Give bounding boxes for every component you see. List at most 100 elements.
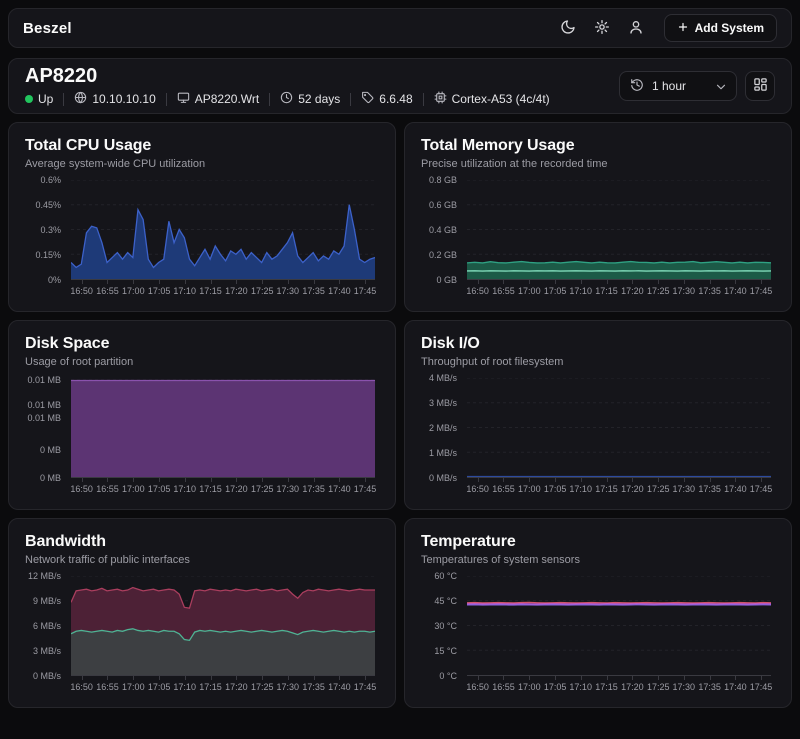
x-tick-mark [581,478,582,482]
x-tick-mark [82,676,83,680]
system-uptime: 52 days [280,91,340,107]
chart-title: Temperature [421,533,775,551]
x-axis-labels: 16:5016:5517:0017:0517:1017:1517:2017:25… [71,280,375,300]
x-tick-label: 17:00 [122,286,145,296]
x-tick-label: 17:05 [148,484,171,494]
x-tick-label: 17:45 [750,484,773,494]
x-tick-label: 17:20 [621,484,644,494]
memory-usage-chart[interactable]: 0.8 GB0.6 GB0.4 GB0.2 GB0 GB 16:5016:551… [421,178,775,302]
user-icon [628,19,644,38]
x-tick-label: 17:30 [672,682,695,692]
chart-plot[interactable] [71,378,375,478]
x-tick-label: 17:35 [698,286,721,296]
x-tick-mark [632,676,633,680]
y-tick-label: 1 MB/s [429,448,457,458]
x-tick-label: 17:45 [354,286,377,296]
x-tick-label: 17:05 [544,484,567,494]
x-tick-mark [710,280,711,284]
chart-plot[interactable] [71,180,375,280]
x-tick-label: 17:25 [251,286,274,296]
x-tick-mark [211,676,212,680]
theme-toggle-button[interactable] [558,18,578,38]
y-tick-label: 0.15% [35,250,61,260]
add-system-label: Add System [695,21,764,35]
x-tick-mark [607,280,608,284]
x-tick-mark [735,676,736,680]
x-tick-label: 17:45 [750,286,773,296]
temperature-chart[interactable]: 60 °C45 °C30 °C15 °C0 °C 16:5016:5517:00… [421,574,775,698]
x-tick-mark [82,280,83,284]
x-tick-mark [314,280,315,284]
x-tick-mark [632,280,633,284]
x-tick-label: 17:35 [302,484,325,494]
x-tick-mark [339,478,340,482]
x-tick-mark [185,676,186,680]
y-tick-label: 45 °C [434,596,457,606]
chart-plot[interactable] [71,576,375,676]
bandwidth-chart[interactable]: 12 MB/s9 MB/s6 MB/s3 MB/s0 MB/s 16:5016:… [25,574,379,698]
time-range-value: 1 hour [652,79,686,93]
x-axis-labels: 16:5016:5517:0017:0517:1017:1517:2017:25… [467,478,771,498]
chart-plot[interactable] [467,378,771,478]
chart-plot[interactable] [467,180,771,280]
y-axis-labels: 4 MB/s3 MB/s2 MB/s1 MB/s0 MB/s [421,378,461,478]
x-tick-label: 17:10 [569,484,592,494]
chart-title: Bandwidth [25,533,379,551]
y-tick-label: 0.2 GB [429,250,457,260]
divider [269,93,270,106]
x-axis-labels: 16:5016:5517:0017:0517:1017:1517:2017:25… [71,478,375,498]
user-menu-button[interactable] [626,18,646,38]
y-tick-label: 3 MB/s [429,398,457,408]
y-axis-labels: 60 °C45 °C30 °C15 °C0 °C [421,576,461,676]
system-meta-row: Up 10.10.10.10 AP8220.Wrt [25,91,550,107]
x-tick-mark [555,478,556,482]
divider [423,93,424,106]
x-tick-mark [761,478,762,482]
x-tick-label: 17:40 [328,682,351,692]
moon-icon [560,19,576,38]
x-tick-mark [684,478,685,482]
x-tick-label: 16:55 [492,286,515,296]
x-tick-label: 17:30 [672,286,695,296]
disk-space-chart[interactable]: 0.01 MB0.01 MB0.01 MB0 MB0 MB 16:5016:55… [25,376,379,500]
system-chip-value: Cortex-A53 (4c/4t) [452,92,550,106]
x-tick-mark [529,478,530,482]
y-tick-label: 0.6% [40,175,61,185]
x-tick-label: 17:00 [518,286,541,296]
chevron-down-icon [714,80,726,92]
version-icon [361,91,374,107]
brand-logo[interactable]: Beszel [23,20,72,37]
settings-button[interactable] [592,18,612,38]
system-ip: 10.10.10.10 [74,91,155,107]
x-tick-label: 16:55 [96,286,119,296]
add-system-button[interactable]: Add System [664,14,777,42]
temperature-card: Temperature Temperatures of system senso… [404,518,792,708]
x-tick-label: 17:00 [518,484,541,494]
x-tick-mark [211,478,212,482]
y-tick-label: 0 MB/s [429,473,457,483]
y-tick-label: 0 MB [40,445,61,455]
clock-icon [280,91,293,107]
chart-plot[interactable] [467,576,771,676]
system-info: AP8220 Up 10.10.10.10 [25,65,550,107]
y-tick-label: 0.6 GB [429,200,457,210]
y-tick-label: 0.01 MB [27,375,61,385]
x-tick-mark [82,478,83,482]
gear-icon [594,19,610,38]
layout-toggle-button[interactable] [745,71,775,101]
chart-title: Disk Space [25,335,379,353]
system-kernel-value: 6.6.48 [379,92,412,106]
y-axis-labels: 0.6%0.45%0.3%0.15%0% [25,180,65,280]
x-tick-label: 16:50 [466,484,489,494]
x-tick-label: 17:35 [698,484,721,494]
x-tick-mark [339,676,340,680]
x-tick-label: 17:15 [595,484,618,494]
cpu-usage-chart[interactable]: 0.6%0.45%0.3%0.15%0% 16:5016:5517:0017:0… [25,178,379,302]
x-tick-label: 17:40 [328,484,351,494]
header-controls: 1 hour [619,71,775,101]
x-tick-label: 17:10 [173,484,196,494]
chart-subtitle: Network traffic of public interfaces [25,554,379,566]
disk-io-chart[interactable]: 4 MB/s3 MB/s2 MB/s1 MB/s0 MB/s 16:5016:5… [421,376,775,500]
time-range-select[interactable]: 1 hour [619,71,737,101]
chart-subtitle: Usage of root partition [25,356,379,368]
